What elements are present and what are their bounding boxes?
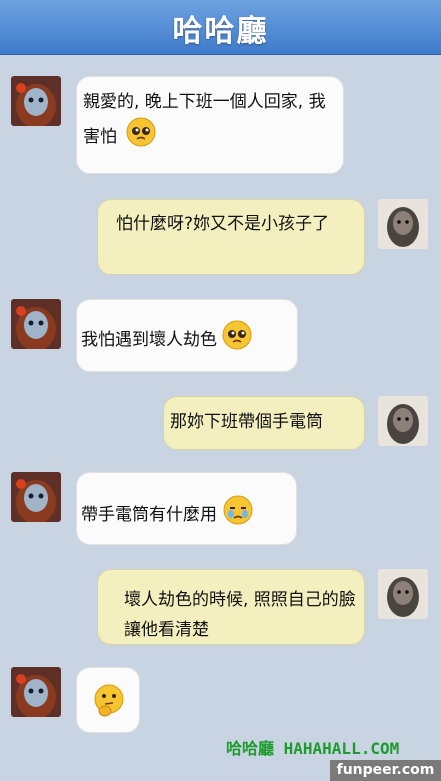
chat-header: 哈哈廳 bbox=[0, 0, 441, 55]
chat-title: 哈哈廳 bbox=[172, 14, 269, 49]
message-text: 我怕遇到壞人劫色 bbox=[81, 330, 217, 350]
boyfriend-avatar[interactable] bbox=[378, 569, 428, 619]
girlfriend-avatar[interactable] bbox=[11, 472, 61, 522]
message-bubble[interactable]: 怕什麼呀?妳又不是小孩子了 bbox=[97, 199, 365, 275]
message-bubble[interactable] bbox=[76, 667, 140, 733]
pleading-face-emoji bbox=[126, 117, 156, 157]
girlfriend-avatar[interactable] bbox=[11, 299, 61, 349]
boyfriend-avatar[interactable] bbox=[378, 199, 428, 249]
message-text: 帶手電筒有什麼用 bbox=[81, 505, 217, 525]
message-bubble[interactable]: 親愛的, 晚上下班一個人回家, 我害怕 bbox=[76, 76, 344, 174]
source-tag: funpeer.com bbox=[330, 760, 441, 781]
message-text: 親愛的, 晚上下班一個人回家, 我害怕 bbox=[83, 92, 326, 147]
message-bubble[interactable]: 那妳下班帶個手電筒 bbox=[163, 396, 365, 450]
watermark: 哈哈廳 HAHAHALL.COM bbox=[226, 739, 400, 758]
boyfriend-avatar[interactable] bbox=[378, 396, 428, 446]
thinking-face-emoji bbox=[93, 684, 125, 728]
pleading-face-emoji bbox=[222, 320, 252, 360]
message-bubble[interactable]: 我怕遇到壞人劫色 bbox=[76, 299, 298, 372]
girlfriend-avatar[interactable] bbox=[11, 667, 61, 717]
message-text: 壞人劫色的時候, 照照自己的臉讓他看清楚 bbox=[124, 590, 356, 640]
girlfriend-avatar[interactable] bbox=[11, 76, 61, 126]
message-bubble[interactable]: 帶手電筒有什麼用 bbox=[76, 472, 297, 545]
message-text: 那妳下班帶個手電筒 bbox=[170, 412, 323, 432]
crying-face-emoji bbox=[222, 495, 254, 535]
message-bubble[interactable]: 壞人劫色的時候, 照照自己的臉讓他看清楚 bbox=[97, 569, 365, 645]
message-text: 怕什麼呀?妳又不是小孩子了 bbox=[116, 214, 330, 234]
